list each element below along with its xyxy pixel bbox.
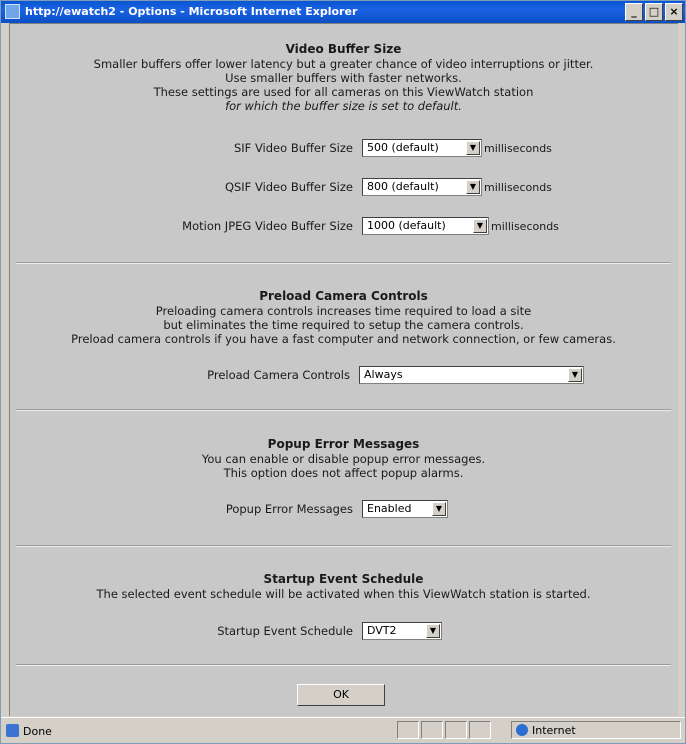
- preload-desc-1: Preloading camera controls increases tim…: [155, 304, 532, 318]
- popup-desc-2: This option does not affect popup alarms…: [223, 466, 464, 480]
- preload-desc-3: Preload camera controls if you have a fa…: [71, 332, 616, 346]
- popup-label: Popup Error Messages: [225, 502, 353, 516]
- status-pane: [397, 721, 419, 739]
- video-buffer-desc-3: These settings are used for all cameras …: [153, 85, 534, 99]
- startup-heading: Startup Event Schedule: [263, 572, 424, 586]
- qsif-buffer-value: 800 (default): [367, 180, 439, 193]
- popup-value: Enabled: [367, 502, 412, 515]
- mjpeg-buffer-label: Motion JPEG Video Buffer Size: [182, 219, 353, 233]
- dropdown-arrow-icon[interactable]: ▼: [426, 624, 440, 638]
- zone-label: Internet: [532, 724, 576, 737]
- status-pane: [421, 721, 443, 739]
- sif-buffer-value: 500 (default): [367, 141, 439, 154]
- page-done-icon: [6, 724, 19, 737]
- video-buffer-desc-1: Smaller buffers offer lower latency but …: [93, 57, 594, 71]
- section-divider: [16, 545, 671, 547]
- dropdown-arrow-icon[interactable]: ▼: [466, 180, 480, 194]
- globe-icon: [516, 724, 528, 736]
- window-controls: _ □ ×: [625, 3, 683, 21]
- maximize-button[interactable]: □: [645, 3, 663, 21]
- popup-desc-1: You can enable or disable popup error me…: [201, 452, 486, 466]
- section-divider: [16, 262, 671, 264]
- preload-heading: Preload Camera Controls: [259, 289, 428, 303]
- status-pane: [469, 721, 491, 739]
- dropdown-arrow-icon[interactable]: ▼: [568, 368, 582, 382]
- status-pane: [445, 721, 467, 739]
- startup-desc-1: The selected event schedule will be acti…: [96, 587, 591, 601]
- title-bar: http://ewatch2 - Options - Microsoft Int…: [1, 1, 685, 23]
- qsif-buffer-label: QSIF Video Buffer Size: [224, 180, 353, 194]
- popup-heading: Popup Error Messages: [267, 437, 420, 451]
- startup-label: Startup Event Schedule: [217, 624, 353, 638]
- mjpeg-buffer-select[interactable]: 1000 (default) ▼: [362, 217, 489, 235]
- ok-button[interactable]: OK: [297, 684, 385, 706]
- mjpeg-buffer-unit: milliseconds: [491, 220, 559, 233]
- section-divider: [16, 664, 671, 666]
- mjpeg-buffer-value: 1000 (default): [367, 219, 446, 232]
- startup-value: DVT2: [367, 624, 397, 637]
- preload-value: Always: [364, 368, 403, 381]
- window-title: http://ewatch2 - Options - Microsoft Int…: [25, 5, 358, 18]
- sif-buffer-unit: milliseconds: [484, 142, 552, 155]
- preload-label: Preload Camera Controls: [207, 368, 350, 382]
- status-bar: Done Internet: [1, 717, 685, 743]
- video-buffer-desc-4: for which the buffer size is set to defa…: [225, 99, 462, 113]
- minimize-button[interactable]: _: [625, 3, 643, 21]
- status-text: Done: [23, 725, 52, 738]
- preload-select[interactable]: Always ▼: [359, 366, 584, 384]
- popup-select[interactable]: Enabled ▼: [362, 500, 448, 518]
- options-content: Video Buffer Size Smaller buffers offer …: [9, 23, 678, 716]
- dropdown-arrow-icon[interactable]: ▼: [473, 219, 487, 233]
- preload-desc-2: but eliminates the time required to setu…: [163, 318, 524, 332]
- dropdown-arrow-icon[interactable]: ▼: [466, 141, 480, 155]
- ie-page-icon: [5, 4, 20, 19]
- status-panes: [397, 721, 491, 739]
- close-button[interactable]: ×: [665, 3, 683, 21]
- qsif-buffer-select[interactable]: 800 (default) ▼: [362, 178, 482, 196]
- sif-buffer-label: SIF Video Buffer Size: [233, 141, 353, 155]
- dropdown-arrow-icon[interactable]: ▼: [432, 502, 446, 516]
- qsif-buffer-unit: milliseconds: [484, 181, 552, 194]
- ie-options-window: http://ewatch2 - Options - Microsoft Int…: [0, 0, 686, 744]
- startup-select[interactable]: DVT2 ▼: [362, 622, 442, 640]
- video-buffer-heading: Video Buffer Size: [285, 42, 402, 56]
- video-buffer-desc-2: Use smaller buffers with faster networks…: [225, 71, 462, 85]
- section-divider: [16, 409, 671, 411]
- security-zone: Internet: [511, 721, 681, 739]
- sif-buffer-select[interactable]: 500 (default) ▼: [362, 139, 482, 157]
